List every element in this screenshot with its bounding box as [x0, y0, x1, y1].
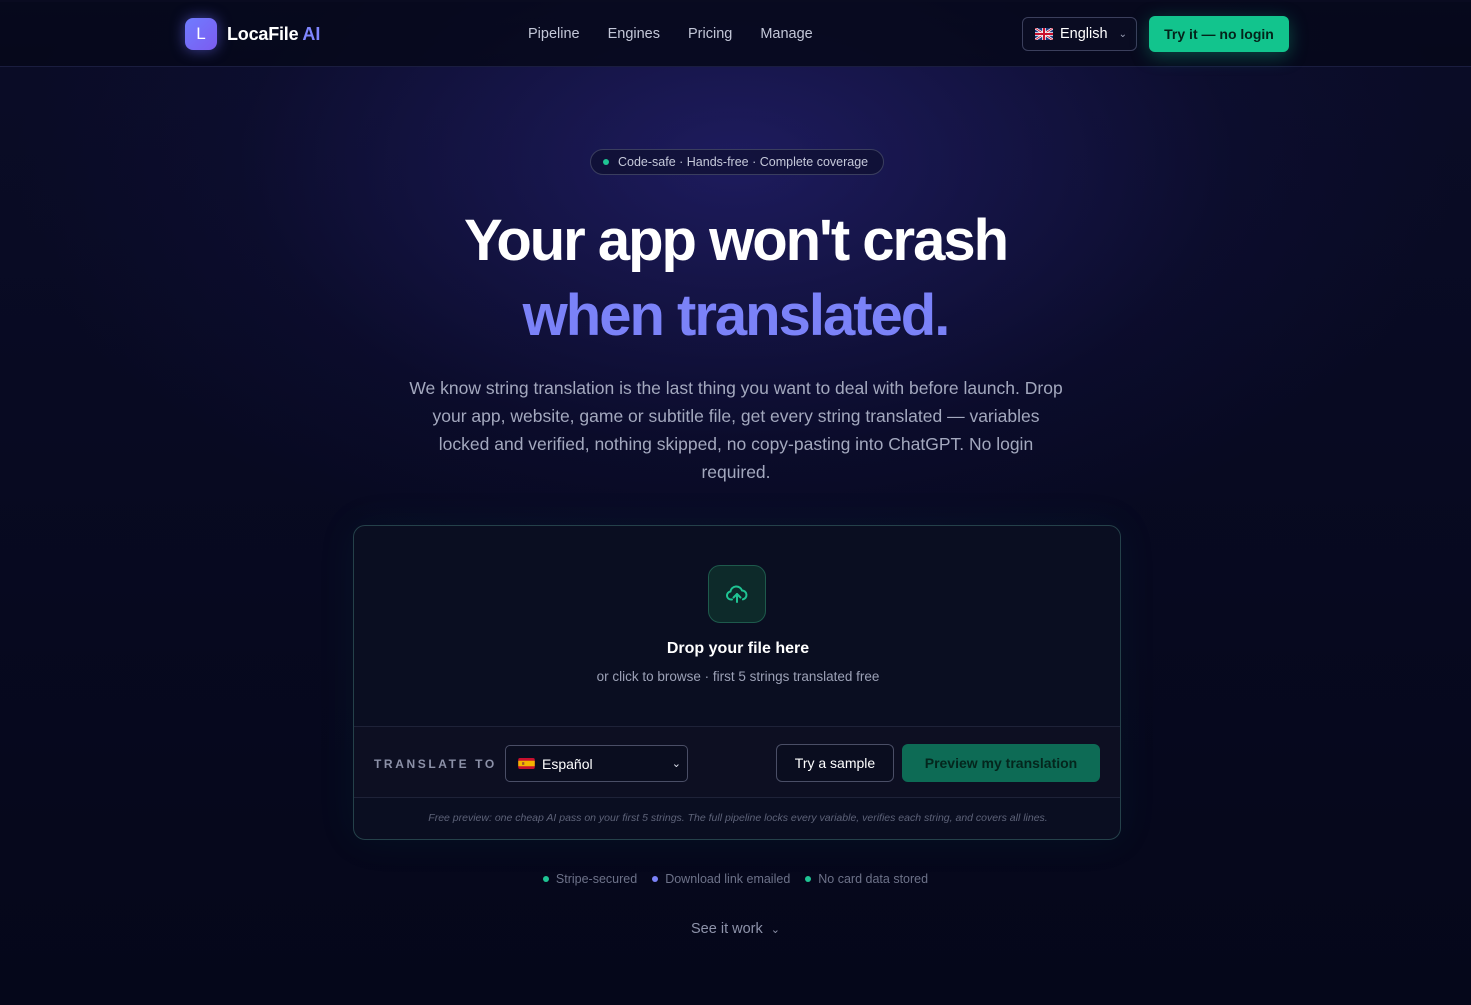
nav-link-engines[interactable]: Engines [608, 26, 660, 42]
brand-name: LocaFile [227, 23, 299, 44]
try-it-button[interactable]: Try it — no login [1149, 16, 1289, 52]
nav-link-manage[interactable]: Manage [760, 26, 812, 42]
dot-icon [805, 876, 812, 882]
language-selector[interactable]: English ⌄ [1022, 17, 1137, 51]
hero-headline-line1: Your app won't crash [463, 208, 1009, 273]
target-language-select[interactable]: Español ⌄ [505, 745, 688, 782]
nav-links: Pipeline Engines Pricing Manage [528, 26, 813, 42]
brand-logo-icon: L [185, 18, 217, 50]
preview-translation-button[interactable]: Preview my translation [902, 744, 1100, 782]
drop-title: Drop your file here [666, 640, 810, 657]
chevron-down-icon: ⌄ [770, 924, 780, 936]
top-nav: L LocaFile AI Pipeline Engines Pricing Ma… [0, 0, 1471, 67]
brand-suffix: AI [302, 23, 321, 44]
chevron-down-icon: ⌄ [671, 758, 681, 770]
chevron-down-icon: ⌄ [1118, 28, 1127, 40]
feature-badge: Code-safe · Hands-free · Complete covera… [590, 149, 884, 175]
hero-headline-line2: when translated. [522, 283, 951, 348]
hero-description: We know string translation is the last t… [409, 378, 1063, 482]
brand-wordmark: LocaFile AI [227, 24, 320, 45]
trust-item: Stripe-secured [542, 872, 638, 886]
language-label: English [1060, 26, 1108, 42]
upload-cloud-icon [708, 565, 766, 623]
status-dot-icon [603, 159, 609, 165]
feature-badge-text: Code-safe · Hands-free · Complete covera… [618, 155, 869, 169]
dot-icon [652, 876, 659, 882]
nav-link-pricing[interactable]: Pricing [688, 26, 732, 42]
brand-logo-letter: L [196, 24, 206, 43]
upload-card: Drop your file here or click to browse ·… [353, 525, 1121, 840]
see-it-work-link[interactable]: See it work ⌄ [0, 921, 1471, 937]
brand-link[interactable]: L LocaFile AI [185, 18, 320, 50]
file-drop-zone[interactable]: Drop your file here or click to browse ·… [354, 526, 1120, 726]
trust-label: Stripe-secured [555, 872, 638, 886]
drop-subtitle: or click to browse · first 5 strings tra… [596, 669, 880, 684]
nav-link-pipeline[interactable]: Pipeline [528, 26, 580, 42]
free-preview-note: Free preview: one cheap AI pass on your … [428, 812, 1048, 824]
try-sample-button[interactable]: Try a sample [776, 744, 894, 782]
trust-label: Download link emailed [665, 872, 791, 886]
trust-label: No card data stored [818, 872, 929, 886]
dot-icon [542, 876, 549, 882]
translate-to-label: TRANSLATE TO [374, 757, 497, 771]
uk-flag-icon [1035, 28, 1053, 40]
es-flag-icon [518, 758, 535, 769]
trust-item: No card data stored [805, 872, 928, 886]
selected-language: Español [542, 755, 593, 772]
translation-controls: TRANSLATE TO Español ⌄ Try a sample Prev… [354, 726, 1120, 798]
trust-item: Download link emailed [652, 872, 790, 886]
trust-indicators: Stripe-secured Download link emailed No … [0, 872, 1471, 886]
see-it-work-label: See it work [691, 921, 763, 937]
